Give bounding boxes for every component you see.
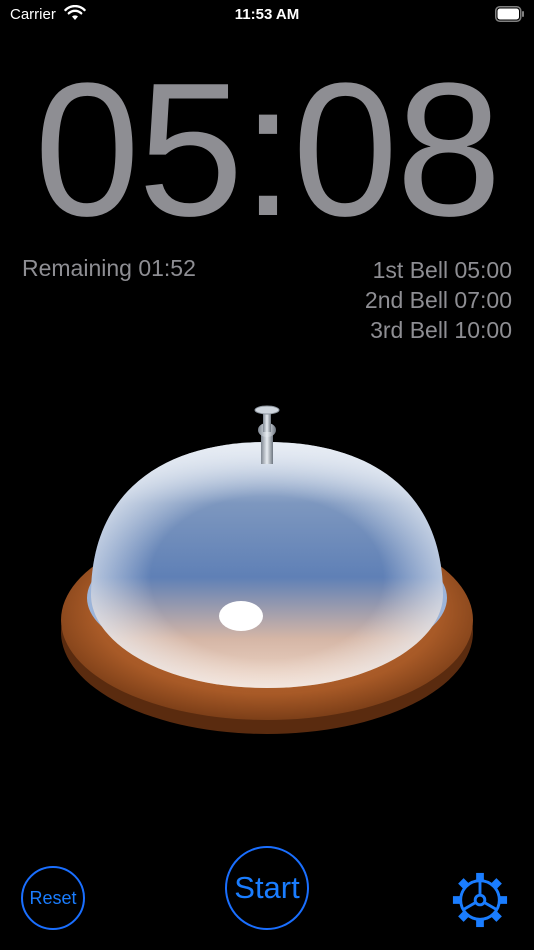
third-bell-time: 3rd Bell 10:00 <box>370 317 512 343</box>
service-bell[interactable] <box>55 400 479 740</box>
settings-gear-icon[interactable] <box>451 871 509 929</box>
battery-icon <box>495 6 524 22</box>
elapsed-timer: 05:08 <box>34 44 501 256</box>
start-button[interactable]: Start <box>225 846 309 930</box>
status-bar: Carrier 11:53 AM <box>0 0 534 30</box>
reset-button[interactable]: Reset <box>21 866 85 930</box>
bell-plunger <box>254 405 280 415</box>
second-bell-time: 2nd Bell 07:00 <box>364 287 512 313</box>
status-time: 11:53 AM <box>234 6 300 23</box>
remaining-time: Remaining 01:52 <box>22 255 196 281</box>
first-bell-time: 1st Bell 05:00 <box>372 257 512 283</box>
bell-schedule: 1st Bell 05:00 2nd Bell 07:00 3rd Bell 1… <box>365 255 512 345</box>
